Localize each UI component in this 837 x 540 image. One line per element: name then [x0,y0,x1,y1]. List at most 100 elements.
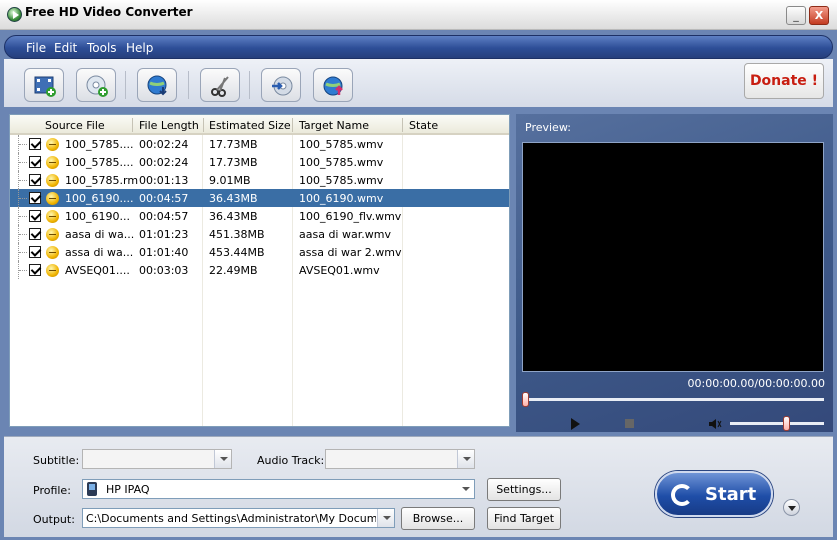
chevron-down-icon[interactable] [457,450,474,468]
row-checkbox[interactable] [29,228,41,240]
column-header-source[interactable]: Source File [45,119,105,132]
convert-disc-button[interactable] [261,68,301,102]
start-label: Start [705,484,757,505]
preview-label: Preview: [525,121,571,134]
output-path-select[interactable]: C:\Documents and Settings\Administrator\… [82,508,395,528]
source-file-cell: 100_6190... [65,210,130,223]
media-file-icon [46,138,59,151]
volume-slider[interactable] [730,416,824,431]
estimated-size-cell: 22.49MB [209,264,258,277]
upload-button[interactable] [313,68,353,102]
profile-select[interactable]: HP IPAQ [82,479,475,499]
table-row[interactable]: 100_5785.... 00:02:24 17.73MB 100_5785.wmv [10,153,509,171]
menu-edit[interactable]: Edit [54,41,77,55]
refresh-icon [671,484,693,506]
tree-line [18,207,27,225]
cut-button[interactable] [200,68,240,102]
column-header-size[interactable]: Estimated Size [209,119,291,132]
menu-bar: File Edit Tools Help [4,35,833,59]
row-checkbox[interactable] [29,138,41,150]
target-name-cell: AVSEQ01.wmv [299,264,380,277]
target-name-cell: aasa di war.wmv [299,228,391,241]
file-length-cell: 00:01:13 [139,174,189,187]
row-checkbox[interactable] [29,156,41,168]
estimated-size-cell: 9.01MB [209,174,251,187]
toolbar-separator [125,71,126,99]
row-checkbox[interactable] [29,264,41,276]
speaker-icon[interactable] [708,418,722,430]
subtitle-label: Subtitle: [33,454,80,467]
media-file-icon [46,246,59,259]
pda-icon [87,482,97,496]
media-file-icon [46,192,59,205]
target-name-cell: 100_6190.wmv [299,192,384,205]
column-header-target[interactable]: Target Name [299,119,369,132]
audio-track-select[interactable] [325,449,475,469]
play-icon[interactable] [571,418,580,430]
source-file-cell: aasa di wa... [65,228,135,241]
file-length-cell: 00:04:57 [139,192,189,205]
minimize-button[interactable]: _ [786,6,806,25]
app-logo-icon [7,7,22,22]
row-checkbox[interactable] [29,246,41,258]
seek-thumb[interactable] [522,392,529,407]
start-options-icon[interactable] [783,499,800,516]
estimated-size-cell: 17.73MB [209,156,258,169]
add-video-button[interactable] [24,68,64,102]
download-button[interactable] [137,68,177,102]
file-list[interactable]: Source File File Length Estimated Size T… [9,114,510,427]
settings-button[interactable]: Settings... [487,478,561,501]
chevron-down-icon[interactable] [377,509,394,527]
column-header-state[interactable]: State [409,119,438,132]
menu-file[interactable]: File [26,41,46,55]
find-target-button[interactable]: Find Target [487,507,561,530]
target-name-cell: assa di war 2.wmv [299,246,402,259]
output-label: Output: [33,513,75,526]
column-header-length[interactable]: File Length [139,119,199,132]
tree-line [18,189,27,207]
source-file-cell: 100_5785.... [65,138,134,151]
file-length-cell: 01:01:23 [139,228,189,241]
toolbar: Donate ! [4,59,833,107]
table-row[interactable]: 100_5785.... 00:02:24 17.73MB 100_5785.wmv [10,135,509,153]
menu-tools[interactable]: Tools [87,41,117,55]
chevron-down-icon[interactable] [214,450,231,468]
close-button[interactable]: X [809,6,829,25]
start-button[interactable]: Start [655,471,773,517]
video-screen [522,142,824,372]
browse-button[interactable]: Browse... [401,507,475,530]
table-row[interactable]: 100_5785.rm 00:01:13 9.01MB 100_5785.wmv [10,171,509,189]
audio-track-label: Audio Track: [257,454,325,467]
estimated-size-cell: 453.44MB [209,246,265,259]
chevron-down-icon[interactable] [457,480,474,498]
row-checkbox[interactable] [29,210,41,222]
source-file-cell: AVSEQ01.... [65,264,130,277]
toolbar-separator [249,71,250,99]
source-file-cell: 100_6190.... [65,192,134,205]
profile-value: HP IPAQ [106,483,150,496]
table-row[interactable]: assa di wa... 01:01:40 453.44MB assa di war… [10,243,509,261]
stop-icon[interactable] [625,419,634,428]
seek-slider[interactable] [522,392,824,407]
add-dvd-icon [86,75,108,97]
add-dvd-button[interactable] [76,68,116,102]
globe-download-icon [147,75,167,96]
list-header: Source File File Length Estimated Size T… [10,115,509,135]
estimated-size-cell: 36.43MB [209,192,258,205]
row-checkbox[interactable] [29,192,41,204]
table-row[interactable]: aasa di wa... 01:01:23 451.38MB aasa di war… [10,225,509,243]
source-file-cell: 100_5785.rm [65,174,139,187]
estimated-size-cell: 451.38MB [209,228,265,241]
donate-button[interactable]: Donate ! [744,63,824,99]
disc-arrow-icon [272,76,293,96]
menu-help[interactable]: Help [126,41,153,55]
scissors-icon [211,76,229,97]
target-name-cell: 100_5785.wmv [299,174,384,187]
media-file-icon [46,228,59,241]
volume-thumb[interactable] [783,416,791,431]
table-row[interactable]: 100_6190.... 00:04:57 36.43MB 100_6190.wmv [10,189,509,207]
table-row[interactable]: AVSEQ01.... 00:03:03 22.49MB AVSEQ01.wmv [10,261,509,279]
row-checkbox[interactable] [29,174,41,186]
subtitle-select[interactable] [82,449,232,469]
table-row[interactable]: 100_6190... 00:04:57 36.43MB 100_6190_flv.w… [10,207,509,225]
